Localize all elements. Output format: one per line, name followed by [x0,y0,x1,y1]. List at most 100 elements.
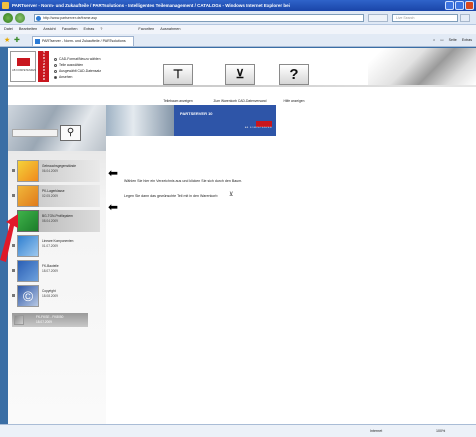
catalog-date: 18.07.2009 [42,269,58,273]
banner-title: PARTSERVER 10 [180,111,213,116]
catalog-search-button[interactable]: ⚲ [60,125,81,141]
tab-label: PARTserver - Norm- und Zukaufteile / PAR… [42,39,126,43]
catalog-name: FK-Bauteile [42,264,59,268]
catalog-date: 08.04.2009 [42,219,58,223]
command-bar: ⌂ ▭ Seite Extras [433,36,472,45]
header-decorative-image [368,48,476,85]
radio-button[interactable] [54,75,57,79]
menu-datei[interactable]: Datei [4,25,13,34]
tab-bar: ★ ✚ PARTserver - Norm- und Zukaufteile /… [0,34,476,47]
favorites-star-icon[interactable]: ★ [4,37,11,44]
catalog-item[interactable]: FK-Bauteile 18.07.2009 [12,260,100,283]
help-label: Hilfe anzeigen [283,99,305,103]
window-titlebar: PARTserver - Norm- und Zukaufteile / PAR… [0,0,476,11]
arrow-left-icon: ⬅ [108,166,119,180]
company-logo[interactable]: AB KOMPETENZEN [10,51,36,82]
menu-bar: Datei Bearbeiten Ansicht Favoriten Extra… [0,25,476,34]
menu-favoriten[interactable]: Favoriten [62,25,78,34]
list-bullet [12,194,15,197]
arrow-left-icon: ⬅ [108,200,119,214]
browser-app-icon [2,2,9,9]
minimize-button[interactable] [445,1,454,10]
catalog-thumbnail[interactable] [17,235,39,257]
tab-partserver[interactable]: PARTserver - Norm- und Zukaufteile / PAR… [32,36,134,46]
catalog-item[interactable]: © Copyright 18.08.2009 [12,285,100,308]
list-bullet [12,169,15,172]
zoom-level[interactable]: 100% [436,425,445,437]
help-icon: ? [289,66,299,83]
menu-bearbeiten[interactable]: Bearbeiten [19,25,37,34]
catalog-item-selected[interactable]: BG-TGN-Profilsystem 08.04.2009 [12,210,100,233]
radio-button[interactable] [54,63,57,67]
catalog-name: Copyright [42,289,56,293]
catalog-thumbnail[interactable] [17,185,39,207]
catalog-thumbnail[interactable] [14,315,24,325]
catalog-item[interactable]: FK-FKSE - FK8050 18.07.2009 [12,313,100,336]
catalog-date: 06.04.2009 [42,169,58,173]
tree-icon: ⊤ [172,67,184,81]
catalog-thumbnail[interactable] [17,210,39,232]
link-favoriten[interactable]: Favoriten [138,25,154,34]
instruction-add-to-cart: Legen Sie dann das gewünschte Teil mit i… [124,194,218,198]
catalog-item[interactable]: Gebrauchsgegenstände 06.04.2009 [12,160,100,183]
home-icon[interactable]: ⌂ [433,36,435,45]
catalog-date: 02.05.2009 [42,194,58,198]
catalog-name: FK-FKSE - FK8050 [36,315,64,319]
link-ausnahmen[interactable]: Ausnahmen [160,25,180,34]
command-extras[interactable]: Extras [462,36,472,45]
address-url: http://www.partserver.de/frame.asp [43,16,98,20]
banner-logo-text: AB KOMPETENZEN [244,127,272,129]
copyright-icon[interactable]: © [17,285,39,307]
catalog-thumbnail[interactable] [17,260,39,282]
links-bar: Favoriten Ausnahmen [138,25,180,34]
catalog-date: 18.08.2009 [42,294,58,298]
catalog-item[interactable]: Lineare Komponenten 01.07.2009 [12,235,100,258]
catalog-search-field[interactable] [12,129,58,137]
tab-page-icon [35,39,40,44]
catalog-name: Lineare Komponenten [42,239,74,243]
back-button[interactable] [3,13,13,23]
search-icon: ⚲ [66,127,75,138]
menu-help[interactable]: ? [100,25,102,34]
catalog-date: 18.07.2009 [36,320,52,324]
list-bullet [12,294,15,297]
catalog-item[interactable]: PK-Lagerklasse 02.05.2009 [12,185,100,208]
logo-mark [17,58,30,66]
radio-label: Ansehen [59,75,73,79]
search-input[interactable]: Live Search [392,14,458,22]
security-zone: Internet [370,429,383,433]
add-favorite-icon[interactable]: ✚ [14,37,21,44]
mode-radio-group: CAD-Format/Neuzu wählen Teile auswählen … [54,56,124,80]
status-bar: Internet 100% [0,424,476,437]
refresh-stop-buttons[interactable] [368,14,388,22]
radio-option-view[interactable]: Ansehen [54,74,124,80]
catalog-name: BG-TGN-Profilsystem [42,214,73,218]
catalog-thumbnail[interactable] [17,160,39,182]
cart-label: Zum Warenkorb CAD-Datenversand [213,99,267,103]
menu-extras[interactable]: Extras [84,25,95,34]
logo-text: AB KOMPETENZEN [12,69,36,72]
print-icon[interactable]: ▭ [440,36,443,45]
sidebar-decorative-image [8,105,106,151]
radio-button[interactable] [54,57,57,61]
show-tree-button[interactable]: ⊤ [163,64,193,85]
window-title: PARTserver - Norm- und Zukaufteile / PAR… [12,3,290,8]
command-seite[interactable]: Seite [449,36,457,45]
address-input[interactable]: http://www.partserver.de/frame.asp [34,14,364,22]
instruction-select-directory: Wählen Sie hier ein Verzeichnis aus und … [124,179,243,183]
catalog-name: Gebrauchsgegenstände [42,164,77,168]
banner-image [106,105,174,136]
help-button[interactable]: ? [279,64,309,85]
red-pointer-arrow-icon [0,214,18,262]
search-button[interactable] [460,14,470,22]
cart-button[interactable]: ⊻ [225,64,255,85]
cart-icon: ⊻ [235,67,245,81]
maximize-button[interactable] [455,1,464,10]
close-button[interactable] [465,1,474,10]
list-bullet [12,269,15,272]
menu-ansicht[interactable]: Ansicht [43,25,55,34]
radio-button[interactable] [54,69,57,73]
header-separator [8,85,476,87]
forward-button[interactable] [15,13,25,23]
radio-label: Ausgewählt CAD-Datensatz [59,69,102,73]
